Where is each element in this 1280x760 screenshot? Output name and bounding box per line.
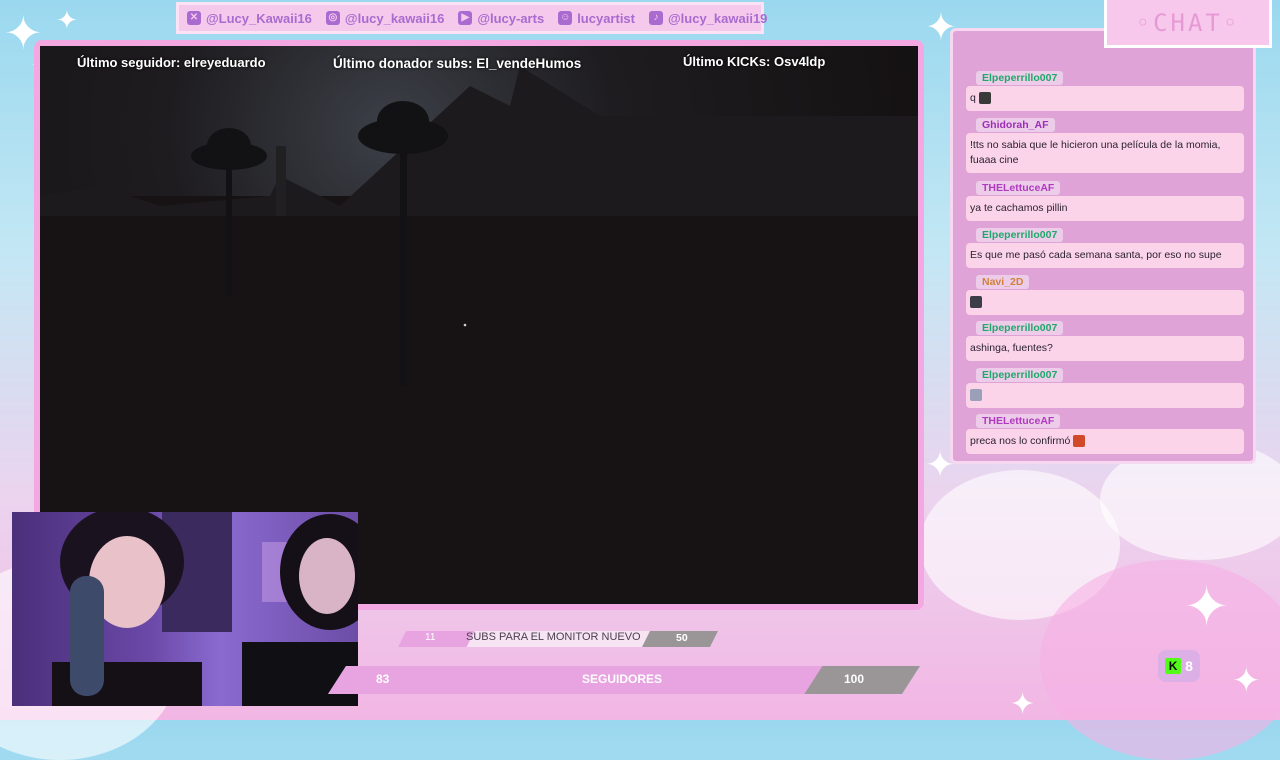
crosshair — [463, 323, 467, 327]
social-links-bar: ✕ @Lucy_Kawaii16 ◎ @lucy_kawaii16 ▶ @luc… — [176, 2, 767, 34]
emote-icon — [970, 389, 982, 402]
followers-goal-label: SEGUIDORES — [582, 672, 663, 686]
youtube-icon: ▶ — [458, 11, 473, 25]
chat-message-text: ashinga, fuentes? — [970, 342, 1053, 354]
chat-message-text: q — [970, 92, 976, 104]
chat-message-text: Es que me pasó cada semana santa, por es… — [970, 249, 1222, 261]
social-handle: @lucy-arts — [477, 10, 545, 26]
chat-panel: Elpeperrillo007 q Ghidorah_AF !tts no sa… — [950, 28, 1256, 464]
x-icon: ✕ — [187, 11, 201, 25]
building-silhouette — [40, 66, 918, 216]
instagram-icon: ◎ — [325, 11, 340, 25]
subs-goal-current: 11 — [425, 632, 436, 643]
followers-goal-fill — [328, 666, 823, 694]
social-handle: @lucy_kawaii19 — [668, 10, 768, 26]
webcam-scene — [52, 512, 358, 706]
chat-message: Elpeperrillo007 Es que me pasó cada sema… — [966, 223, 1244, 268]
subs-goal-bar: 11 SUBS PARA EL MONITOR NUEVO 50 — [398, 631, 718, 647]
chat-username[interactable]: Navi_2D — [976, 275, 1030, 289]
followers-goal-bar: 83 SEGUIDORES 100 — [328, 666, 920, 694]
chat-username[interactable]: Elpeperrillo007 — [976, 228, 1064, 242]
person-right-face — [299, 538, 355, 614]
chat-message-text: preca nos lo confirmó — [970, 435, 1071, 447]
chat-username[interactable]: Elpeperrillo007 — [976, 321, 1064, 335]
social-item-discord[interactable]: ☺ lucyartist — [558, 11, 635, 26]
chat-message-body: !tts no sabia que le hicieron una pelícu… — [966, 133, 1244, 173]
chat-message: THELettuceAF ya te cachamos pillin — [966, 176, 1244, 221]
chat-username[interactable]: Ghidorah_AF — [976, 118, 1055, 132]
obelisk — [276, 146, 286, 216]
social-item-youtube[interactable]: ▶ @lucy-arts — [458, 11, 544, 26]
last-kicks-label: Último KICKs: Osv4ldp — [683, 54, 826, 69]
last-follower-label: Último seguidor: elreyeduardo — [77, 55, 266, 70]
chat-message-body: preca nos lo confirmó — [966, 429, 1244, 454]
chat-username[interactable]: THELettuceAF — [976, 181, 1061, 195]
chat-title: ◦CHAT◦ — [1104, 0, 1272, 48]
subs-goal-fill — [398, 631, 475, 647]
webcam-feed — [12, 512, 358, 706]
emote-icon — [1073, 435, 1086, 448]
chat-message: Elpeperrillo007 — [966, 363, 1244, 408]
social-item-instagram[interactable]: ◎ @lucy_kawaii16 — [325, 10, 445, 26]
chat-message: Elpeperrillo007 q — [966, 66, 1244, 111]
chat-message-body — [966, 383, 1244, 408]
kick-icon: K — [1165, 658, 1182, 674]
chat-message-body: ya te cachamos pillin — [966, 196, 1244, 221]
social-handle: @lucy_kawaii16 — [344, 10, 445, 26]
emote-icon — [970, 296, 982, 309]
chat-message: THELettuceAF preca nos lo confirmó — [966, 409, 1244, 454]
chat-message-body — [966, 290, 1244, 315]
chat-message-body: ashinga, fuentes? — [966, 336, 1244, 361]
chat-message: Navi_2D — [966, 270, 1244, 315]
social-item-x[interactable]: ✕ @Lucy_Kawaii16 — [187, 11, 312, 26]
last-donor-label: Último donador subs: El_vendeHumos — [333, 56, 582, 71]
chat-message: Ghidorah_AF !tts no sabia que le hiciero… — [966, 113, 1244, 173]
social-handle: @Lucy_Kawaii16 — [206, 10, 312, 26]
followers-goal-target: 100 — [844, 672, 865, 686]
chat-message-text: ya te cachamos pillin — [970, 202, 1068, 214]
tiktok-icon: ♪ — [649, 11, 663, 25]
social-item-tiktok[interactable]: ♪ @lucy_kawaii19 — [649, 11, 767, 26]
chat-message-body: Es que me pasó cada semana santa, por es… — [966, 243, 1244, 268]
followers-goal-current: 83 — [376, 672, 390, 686]
microphone — [70, 576, 104, 696]
sparkle-icon: ✦ — [1184, 575, 1230, 638]
chat-message: Elpeperrillo007 ashinga, fuentes? — [966, 316, 1244, 361]
subs-goal-label: SUBS PARA EL MONITOR NUEVO — [466, 631, 641, 643]
social-handle: lucyartist — [577, 10, 635, 26]
sparkle-icon: ✦ — [56, 6, 78, 36]
chat-username[interactable]: THELettuceAF — [976, 414, 1061, 428]
emote-icon — [978, 92, 991, 105]
kick-viewer-badge: K 8 — [1158, 650, 1200, 682]
chat-message-text: !tts no sabia que le hicieron una pelícu… — [970, 139, 1221, 166]
chat-message-body: q — [966, 86, 1244, 111]
chat-username[interactable]: Elpeperrillo007 — [976, 368, 1064, 382]
kick-count: 8 — [1185, 658, 1193, 674]
sparkle-icon: ✦ — [1232, 661, 1261, 701]
subs-goal-target: 50 — [676, 632, 688, 644]
discord-icon: ☺ — [558, 11, 573, 25]
chat-username[interactable]: Elpeperrillo007 — [976, 71, 1064, 85]
sparkle-icon: ✦ — [1010, 687, 1036, 722]
